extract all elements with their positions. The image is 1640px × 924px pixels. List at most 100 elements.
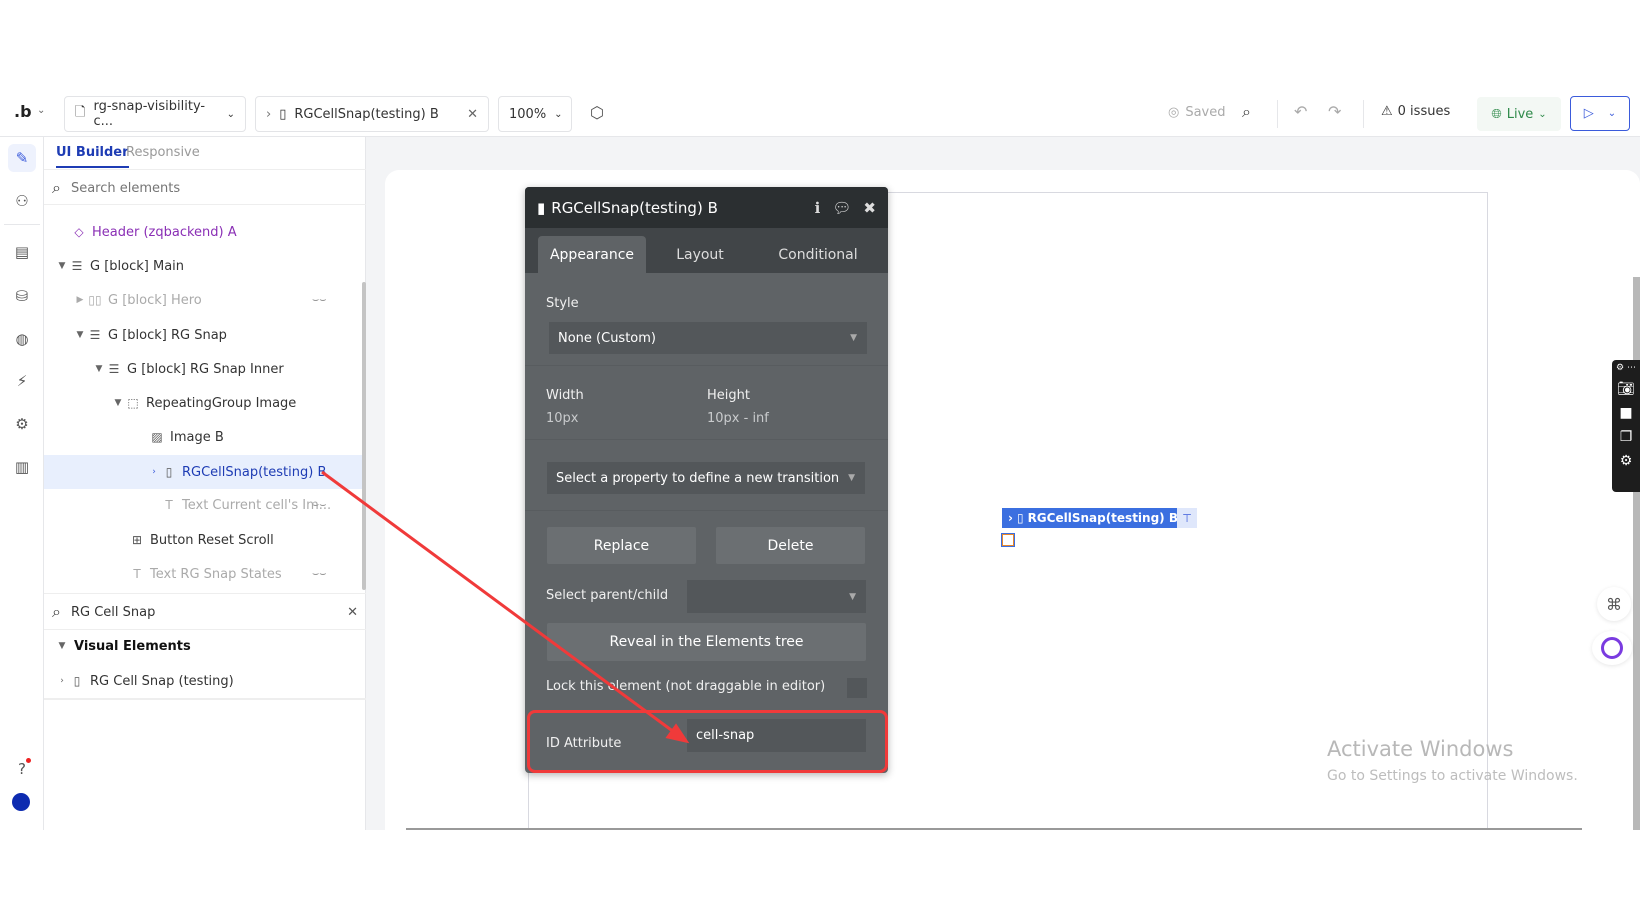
- caret-right-icon[interactable]: ▶: [74, 295, 86, 305]
- caret-down-icon[interactable]: ▼: [56, 641, 68, 651]
- height-label: Height: [707, 388, 750, 403]
- caret-down-icon[interactable]: ▼: [74, 330, 86, 340]
- left-icon-rail: ✎ ⚇ ▤ ⛁ ◍ ⚡︎ ⚙ ▥ ?: [0, 137, 44, 830]
- layout-icon[interactable]: ▤: [8, 238, 36, 266]
- divider: [44, 593, 366, 594]
- canvas-element-label[interactable]: › ▯ RGCellSnap(testing) B: [1002, 508, 1184, 528]
- top-toolbar: .b ⌄ 🗋 rg-snap-visibility-c... ⌄ › ▯ RGCellS…: [0, 92, 1640, 137]
- element-breadcrumb[interactable]: › ▯ RGCellSnap(testing) B ✕: [255, 96, 489, 132]
- tree-item[interactable]: ▶ ▯▯ G [block] Hero ⌣⌣: [44, 283, 362, 317]
- caret-right-icon[interactable]: ›: [56, 676, 68, 686]
- cube-icon[interactable]: ⬡: [590, 103, 604, 122]
- page-selector[interactable]: 🗋 rg-snap-visibility-c... ⌄: [64, 96, 246, 132]
- logs-chart-icon[interactable]: ▥: [8, 453, 36, 481]
- parent-child-dropdown[interactable]: ▼: [687, 580, 866, 613]
- watermark-subtitle: Go to Settings to activate Windows.: [1327, 768, 1578, 784]
- comment-icon[interactable]: 💬︎: [832, 199, 851, 217]
- windows-icon[interactable]: ❐: [1620, 429, 1633, 445]
- plugin-element-icon: ▯: [1016, 511, 1024, 525]
- tree-item[interactable]: ⊞ Button Reset Scroll: [44, 523, 362, 557]
- tab-conditional[interactable]: Conditional: [754, 236, 882, 273]
- search-plugins[interactable]: ⌕ RG Cell Snap ✕: [52, 596, 358, 628]
- reveal-in-tree-button[interactable]: Reveal in the Elements tree: [547, 623, 866, 661]
- tree-item[interactable]: ▼ ☰ G [block] RG Snap Inner: [44, 352, 362, 386]
- app-logo[interactable]: .b: [14, 102, 32, 121]
- visual-elements-group[interactable]: ▼ Visual Elements: [44, 629, 362, 663]
- text-icon: T: [165, 498, 173, 512]
- divider: [1277, 100, 1278, 128]
- parent-child-label: Select parent/child: [546, 588, 669, 603]
- camera-icon[interactable]: 📷︎: [1617, 381, 1635, 397]
- watermark-title: Activate Windows: [1327, 737, 1514, 761]
- caret-right-icon[interactable]: ›: [148, 467, 160, 477]
- help-icon[interactable]: ?: [8, 755, 36, 783]
- zoom-selector[interactable]: 100% ⌄: [498, 96, 572, 132]
- tab-ui-builder[interactable]: UI Builder: [56, 145, 129, 168]
- globe-icon: 🌐︎: [1491, 106, 1502, 122]
- close-icon[interactable]: ✕: [467, 107, 478, 122]
- search-plugins-input[interactable]: RG Cell Snap: [71, 605, 155, 620]
- breadcrumb-element: RGCellSnap(testing) B: [294, 106, 439, 122]
- panel-header[interactable]: ▮ RGCellSnap(testing) B ℹ 💬︎ ✖: [525, 187, 888, 228]
- search-input[interactable]: [70, 180, 311, 196]
- close-icon[interactable]: ✖: [863, 199, 876, 217]
- chevron-down-icon: ⌄: [1607, 108, 1617, 119]
- group-icon: ☰: [108, 362, 120, 376]
- plugin-result-item[interactable]: › ▯ RG Cell Snap (testing): [44, 664, 362, 698]
- chevron-down-icon[interactable]: ⌄: [37, 105, 45, 116]
- hidden-eye-icon[interactable]: ⌣⌣: [312, 567, 326, 581]
- caret-down-icon[interactable]: ▼: [56, 261, 68, 271]
- avatar[interactable]: [12, 793, 30, 811]
- tree-item[interactable]: ◇ Header (zqbackend) A: [44, 215, 362, 249]
- selected-element-box[interactable]: [1001, 533, 1015, 547]
- tab-layout[interactable]: Layout: [646, 236, 754, 273]
- hidden-eye-icon[interactable]: ⌣⌣: [312, 498, 326, 512]
- info-icon[interactable]: ℹ: [815, 199, 821, 217]
- tree-item-selected[interactable]: › ▯ RGCellSnap(testing) B: [44, 455, 362, 489]
- database-icon[interactable]: ⛁: [8, 282, 36, 310]
- delete-button[interactable]: Delete: [716, 527, 865, 564]
- more-icon[interactable]: ⚙ ⋯: [1616, 363, 1636, 373]
- saved-label: Saved: [1185, 105, 1226, 120]
- design-pencil-icon[interactable]: ✎: [8, 144, 36, 172]
- divider: [44, 204, 366, 205]
- caret-down-icon[interactable]: ▼: [112, 398, 124, 408]
- caret-down-icon: ▼: [850, 333, 857, 343]
- palette-icon[interactable]: ◍: [8, 325, 36, 353]
- tree-item[interactable]: ▼ ☰ G [block] RG Snap: [44, 318, 362, 352]
- tree-item[interactable]: T Text Current cell's Im... ⌣⌣: [44, 488, 362, 522]
- divider: [44, 698, 366, 700]
- clear-icon[interactable]: ✕: [347, 605, 358, 620]
- workflow-icon[interactable]: ⚇: [8, 187, 36, 215]
- caret-down-icon[interactable]: ▼: [93, 364, 105, 374]
- plugin-icon[interactable]: ⚡︎: [8, 367, 36, 395]
- search-icon[interactable]: ⌕: [1242, 102, 1251, 122]
- undo-icon[interactable]: ↶: [1294, 102, 1307, 121]
- redo-icon[interactable]: ↷: [1328, 102, 1341, 121]
- play-icon: ▷: [1583, 106, 1594, 121]
- property-editor-panel: ▮ RGCellSnap(testing) B ℹ 💬︎ ✖ Appearance…: [525, 187, 888, 773]
- issues-button[interactable]: ⚠ 0 issues: [1381, 104, 1450, 119]
- tree-item[interactable]: ▼ ⬚ RepeatingGroup Image: [44, 386, 362, 420]
- gear-icon[interactable]: ⚙: [1620, 453, 1633, 469]
- settings-icon[interactable]: ⚙: [8, 410, 36, 438]
- video-icon[interactable]: ■: [1619, 405, 1632, 421]
- tab-appearance[interactable]: Appearance: [538, 236, 646, 273]
- preview-button[interactable]: ▷ ⌄: [1570, 96, 1630, 131]
- search-elements[interactable]: ⌕: [52, 172, 358, 204]
- hierarchy-icon[interactable]: ⊤: [1177, 508, 1197, 528]
- transition-dropdown[interactable]: Select a property to define a new transi…: [547, 462, 865, 494]
- tab-responsive[interactable]: Responsive: [126, 145, 200, 160]
- style-dropdown[interactable]: None (Custom) ▼: [549, 322, 867, 354]
- replace-button[interactable]: Replace: [547, 527, 696, 564]
- tree-item[interactable]: ▼ ☰ G [block] Main: [44, 249, 362, 283]
- assistant-icon[interactable]: [1592, 631, 1632, 665]
- hidden-eye-icon[interactable]: ⌣⌣: [312, 293, 326, 307]
- page-icon: 🗋: [75, 105, 86, 120]
- screen-recorder-toolbar: ⚙ ⋯ 📷︎ ■ ❐ ⚙: [1612, 360, 1640, 492]
- tree-item[interactable]: ▨ Image B: [44, 420, 362, 454]
- lock-checkbox[interactable]: [847, 678, 867, 698]
- shortcut-icon[interactable]: ⌘: [1597, 587, 1631, 621]
- live-version-selector[interactable]: 🌐︎ Live ⌄: [1477, 97, 1561, 131]
- tree-item[interactable]: T Text RG Snap States ⌣⌣: [44, 557, 362, 591]
